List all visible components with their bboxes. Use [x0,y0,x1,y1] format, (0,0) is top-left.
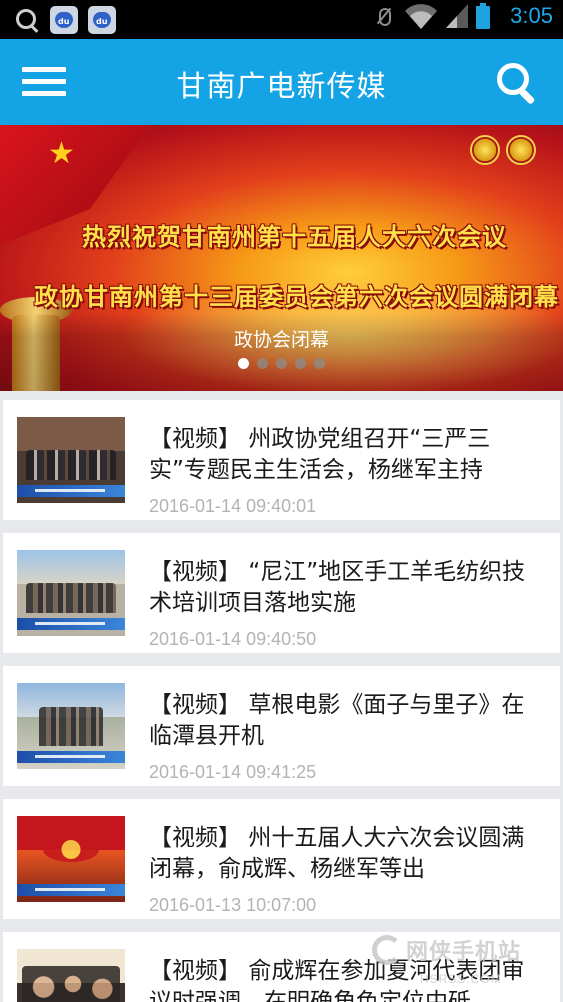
banner-caption: 政协会闭幕 [233,329,329,351]
news-title: 【视频】 州政协党组召开“三严三实”专题民主生活会，杨继军主持 [149,424,541,486]
carousel-dot[interactable] [295,358,306,369]
wifi-icon [404,2,438,30]
clock: 3:05 [510,3,553,28]
news-item[interactable]: 【视频】 “尼江”地区手工羊毛纺织技术培训项目落地实施 2016-01-14 0… [3,533,560,653]
banner-headline-1: 热烈祝贺甘南州第十五届人大六次会议 [82,222,507,251]
news-thumbnail [17,816,125,902]
search-icon [14,7,40,33]
carousel-dot[interactable] [238,358,249,369]
status-bar: du du 3:05 [0,0,563,39]
battery-icon [476,3,491,29]
news-item[interactable]: 【视频】 草根电影《面子与里子》在临潭县开机 2016-01-14 09:41:… [3,666,560,786]
watermark-logo-icon [372,935,402,965]
news-time: 2016-01-14 09:41:25 [149,762,317,782]
national-emblem-icon [470,135,500,165]
news-item[interactable]: 【视频】 州十五届人大六次会议圆满闭幕，俞成辉、杨继军等出 2016-01-13… [3,799,560,919]
banner-carousel[interactable]: ★ 热烈祝贺甘南州第十五届人大六次会议 政协甘南州第十三届委员会第六次会议圆满闭… [0,125,563,391]
carousel-dot[interactable] [314,358,325,369]
news-tag: 【视频】 [149,825,241,851]
app-bar: 甘南广电新传媒 [0,39,563,125]
mute-icon [372,2,396,30]
cppcc-emblem-icon [506,135,536,165]
star-icon: ★ [48,136,75,171]
news-thumbnail [17,949,125,1002]
watermark-text: 网侠手机站 [406,940,522,965]
news-thumbnail [17,417,125,503]
news-tag: 【视频】 [149,559,241,585]
app-title: 甘南广电新传媒 [176,69,387,103]
carousel-dot[interactable] [257,358,268,369]
news-time: 2016-01-13 10:07:00 [149,895,317,915]
news-item[interactable]: 【视频】 州政协党组召开“三严三实”专题民主生活会，杨继军主持 2016-01-… [3,400,560,520]
signal-icon [446,4,469,28]
baidu-app-icon: du [50,6,78,34]
news-time: 2016-01-14 09:40:01 [149,496,317,516]
baidu-app-icon: du [88,6,116,34]
watermark: 网侠手机站 [372,930,562,970]
search-icon[interactable] [495,61,539,105]
news-tag: 【视频】 [149,692,241,718]
carousel-dot[interactable] [276,358,287,369]
watermark-url: HSRSS.COM [420,972,502,986]
status-bar-left: du du [14,6,116,34]
news-time: 2016-01-14 09:40:50 [149,629,317,649]
news-title: 【视频】 “尼江”地区手工羊毛纺织技术培训项目落地实施 [149,557,541,619]
news-title: 【视频】 州十五届人大六次会议圆满闭幕，俞成辉、杨继军等出 [149,823,541,885]
news-title: 【视频】 草根电影《面子与里子》在临潭县开机 [149,690,541,752]
news-tag: 【视频】 [149,426,241,452]
news-tag: 【视频】 [149,958,241,984]
carousel-indicator [0,358,563,369]
news-thumbnail [17,550,125,636]
news-thumbnail [17,683,125,769]
banner-headline-2: 政协甘南州第十三届委员会第六次会议圆满闭幕 [34,282,559,311]
status-bar-right: 3:05 [372,2,553,30]
